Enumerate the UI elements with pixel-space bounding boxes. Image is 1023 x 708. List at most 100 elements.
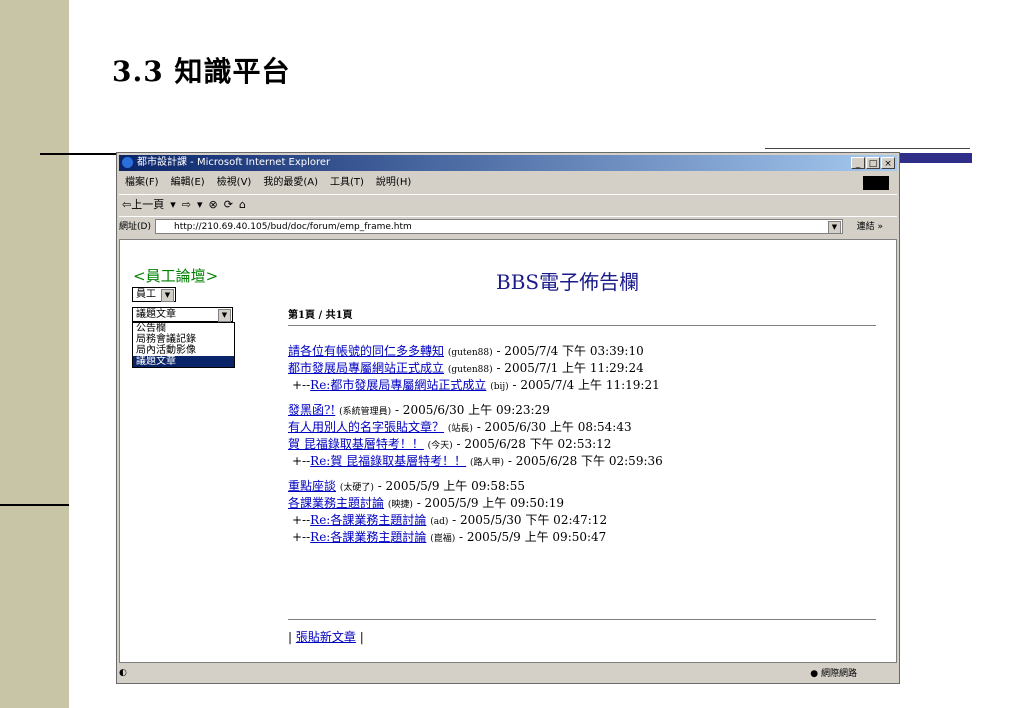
post-author: (崑福) (430, 534, 456, 544)
ie-icon (122, 157, 133, 168)
close-button[interactable]: × (881, 157, 895, 169)
windows-logo-icon (863, 176, 889, 190)
menu-help[interactable]: 說明(H) (376, 177, 411, 188)
post-author: (guten88) (447, 365, 493, 375)
new-post-row: | 張貼新文章 | (288, 628, 364, 645)
globe-icon: ● (810, 669, 819, 679)
post-date: - 2005/5/9 上午 09:58:55 (373, 479, 525, 493)
forward-dropdown-icon[interactable]: ▾ (197, 198, 203, 211)
post-link[interactable]: 有人用別人的名字張貼文章？ (288, 420, 444, 434)
reply-link[interactable]: Re:賀 昆福錄取基層特考！！ (310, 454, 466, 468)
slide-bar-right (899, 153, 972, 163)
post-date: - 2005/6/30 上午 09:23:29 (391, 403, 550, 417)
slide-title: 3.3 知識平台 (112, 55, 291, 88)
divider (288, 619, 876, 620)
links-button[interactable]: 連結 » (857, 217, 883, 237)
address-dropdown-icon[interactable]: ▼ (828, 221, 841, 234)
page-info: 第1頁 / 共1頁 (288, 310, 353, 321)
post-item: 各課業務主題討論 (映捷) - 2005/5/9 上午 09:50:19 (288, 496, 748, 513)
post-item: 有人用別人的名字張貼文章？ (站長) - 2005/6/30 上午 08:54:… (288, 420, 748, 437)
post-date: - 2005/5/9 上午 09:50:47 (455, 530, 607, 544)
menu-tools[interactable]: 工具(T) (330, 177, 364, 188)
reply-link[interactable]: Re:都市發展局專屬網站正式成立 (310, 378, 486, 392)
slide-rule-sidebar (0, 504, 69, 506)
address-bar: 網址(D) http://210.69.40.105/bud/doc/forum… (119, 216, 897, 237)
internet-zone: ● 網際網路 (810, 666, 857, 682)
post-date: - 2005/5/9 上午 09:50:19 (412, 496, 564, 510)
address-input[interactable]: http://210.69.40.105/bud/doc/forum/emp_f… (155, 219, 843, 234)
toolbar: ⇦上一頁 ▾ ⇨ ▾ ⊗ ⟳ ⌂ (119, 194, 897, 215)
post-date: - 2005/5/30 下午 02:47:12 (448, 513, 608, 527)
post-link[interactable]: 各課業務主題討論 (288, 496, 384, 510)
forward-arrow-icon[interactable]: ⇨ (182, 198, 191, 211)
post-link[interactable]: 賀 昆福錄取基層特考！！ (288, 437, 424, 451)
post-item: 請各位有帳號的同仁多多轉知 (guten88) - 2005/7/4 下午 03… (288, 344, 748, 361)
maximize-button[interactable]: □ (866, 157, 880, 169)
reply-prefix: +-- (292, 378, 311, 392)
post-author: (映捷) (387, 500, 413, 510)
post-date: - 2005/7/4 上午 11:19:21 (508, 378, 660, 392)
dropdown-option[interactable]: 局務會議記錄 (133, 334, 234, 345)
slide-sidebar (0, 0, 69, 708)
board-select[interactable]: 議題文章 ▼ (132, 307, 233, 322)
board-title: BBS電子佈告欄 (496, 270, 640, 294)
post-author: (太硬了) (339, 483, 374, 493)
post-item: 發黑函?! (系統管理員) - 2005/6/30 上午 09:23:29 (288, 403, 748, 420)
refresh-icon[interactable]: ⟳ (224, 198, 233, 211)
stop-icon[interactable]: ⊗ (209, 198, 218, 211)
reply-prefix: +-- (292, 454, 311, 468)
post-author: (今天) (427, 441, 453, 451)
menu-view[interactable]: 檢視(V) (217, 177, 252, 188)
reply-link[interactable]: Re:各課業務主題討論 (310, 513, 426, 527)
post-link[interactable]: 請各位有帳號的同仁多多轉知 (288, 344, 444, 358)
minimize-button[interactable]: _ (851, 157, 865, 169)
post-author: (bij) (490, 382, 509, 392)
separator: | (288, 630, 296, 644)
post-author: (路人甲) (470, 458, 505, 468)
menu-edit[interactable]: 編輯(E) (171, 177, 205, 188)
page-content: <員工論壇> 員工 ▼ 議題文章 ▼ 公告欄 局務會議記錄 局內活動影像 議題文… (119, 239, 897, 663)
dropdown-option[interactable]: 公告欄 (133, 323, 234, 334)
post-date: - 2005/7/4 下午 03:39:10 (492, 344, 644, 358)
category-select-value: 員工 (136, 289, 156, 300)
menu-favorites[interactable]: 我的最愛(A) (263, 177, 318, 188)
post-date: - 2005/6/28 下午 02:53:12 (452, 437, 612, 451)
dropdown-option[interactable]: 局內活動影像 (133, 345, 234, 356)
reply-prefix: +-- (292, 530, 311, 544)
dropdown-option-selected[interactable]: 議題文章 (133, 356, 234, 367)
reply-link[interactable]: Re:各課業務主題討論 (310, 530, 426, 544)
post-link[interactable]: 都市發展局專屬網站正式成立 (288, 361, 444, 375)
page-status-icon: ◐ (119, 668, 127, 678)
post-item: 賀 昆福錄取基層特考！！ (今天) - 2005/6/28 下午 02:53:1… (288, 437, 748, 454)
back-button[interactable]: ⇦上一頁 (122, 198, 164, 211)
post-date: - 2005/6/30 上午 08:54:43 (472, 420, 632, 434)
new-post-link[interactable]: 張貼新文章 (296, 630, 356, 644)
menu-file[interactable]: 檔案(F) (125, 177, 159, 188)
address-label: 網址(D) (119, 222, 151, 232)
board-select-value: 議題文章 (136, 309, 176, 320)
window-titlebar[interactable]: 都市設計課 - Microsoft Internet Explorer _ □ × (119, 155, 897, 171)
status-bar: ◐ ● 網際網路 (119, 665, 897, 681)
window-controls: _ □ × (850, 156, 895, 172)
window-title: 都市設計課 - Microsoft Internet Explorer (137, 157, 331, 168)
post-date: - 2005/7/1 上午 11:29:24 (492, 361, 644, 375)
browser-window: 都市設計課 - Microsoft Internet Explorer _ □ × … (116, 152, 900, 684)
separator: | (355, 630, 364, 644)
category-select[interactable]: 員工 ▼ (132, 287, 176, 302)
post-link[interactable]: 發黑函?! (288, 403, 335, 417)
back-dropdown-icon[interactable]: ▾ (170, 198, 176, 211)
post-link[interactable]: 重點座談 (288, 479, 336, 493)
reply-item: +--Re:都市發展局專屬網站正式成立 (bij) - 2005/7/4 上午 … (288, 378, 748, 395)
post-date: - 2005/6/28 下午 02:59:36 (504, 454, 663, 468)
internet-zone-label: 網際網路 (820, 669, 857, 679)
post-item: 都市發展局專屬網站正式成立 (guten88) - 2005/7/1 上午 11… (288, 361, 748, 378)
slide-rule-left (40, 153, 116, 155)
post-item: 重點座談 (太硬了) - 2005/5/9 上午 09:58:55 (288, 479, 748, 496)
address-url: http://210.69.40.105/bud/doc/forum/emp_f… (174, 222, 412, 232)
home-icon[interactable]: ⌂ (239, 198, 246, 211)
post-author: (guten88) (447, 348, 493, 358)
reply-item: +--Re:各課業務主題討論 (崑福) - 2005/5/9 上午 09:50:… (288, 530, 748, 547)
reply-prefix: +-- (292, 513, 311, 527)
